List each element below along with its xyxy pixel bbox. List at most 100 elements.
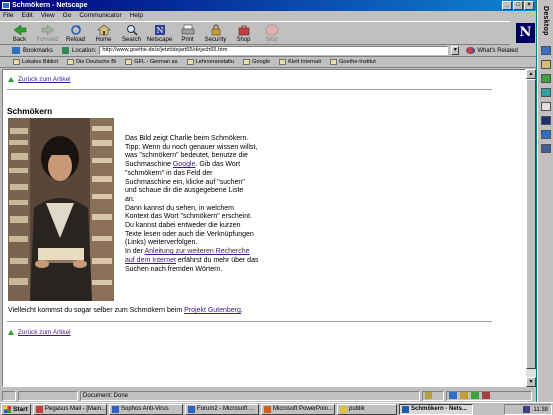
connection-indicator bbox=[2, 390, 16, 401]
menu-bar: File Edit View Go Communicator Help bbox=[0, 11, 536, 21]
text-line: Suchmaschine Google. Gib das Wort bbox=[125, 161, 241, 169]
title-bar[interactable]: Schmökern - Netscape _ □ × bbox=[0, 0, 536, 11]
taskbar-item[interactable]: Microsoft PowerPoin... bbox=[261, 403, 335, 415]
personal-bookmark[interactable]: Lokales Bibliot bbox=[13, 59, 58, 65]
netscape-throbber-logo[interactable]: N bbox=[516, 23, 535, 43]
status-text: Document: Done bbox=[80, 390, 420, 401]
quicklaunch-icon[interactable] bbox=[541, 102, 551, 111]
location-label: Location: bbox=[72, 47, 97, 54]
scroll-down-button[interactable]: ▼ bbox=[526, 377, 536, 387]
whats-related-button[interactable]: What's Related bbox=[466, 47, 518, 54]
bookmark-icon bbox=[12, 47, 20, 54]
taskbar-item[interactable]: Pegasus Mail - [Main... bbox=[33, 403, 107, 415]
quick-launch-sidebar: Desktop bbox=[537, 0, 553, 402]
gutenberg-link[interactable]: Projekt Gutenberg bbox=[184, 307, 241, 314]
scroll-up-button[interactable]: ▲ bbox=[526, 69, 536, 79]
shop-button[interactable]: Shop bbox=[230, 22, 257, 46]
folder-icon bbox=[340, 405, 347, 413]
sophos-icon bbox=[112, 405, 119, 413]
maximize-button[interactable]: □ bbox=[513, 1, 523, 10]
text-line: an. bbox=[125, 195, 135, 203]
taskbar-item[interactable]: Sophos Anti-Virus bbox=[109, 403, 183, 415]
text-line: Kontext das Wort "schmökern" erscheint. bbox=[125, 213, 253, 221]
close-button[interactable]: × bbox=[524, 1, 534, 10]
vertical-scrollbar[interactable]: ▲ ▼ bbox=[526, 69, 536, 387]
padlock-icon bbox=[425, 392, 432, 399]
back-to-article-link[interactable]: Zurück zum Artikel bbox=[18, 76, 71, 83]
bookmark-page-icon bbox=[125, 59, 133, 65]
bookmarks-button[interactable]: Bookmarks bbox=[23, 48, 53, 54]
text-line: Dann kannst du sehen, in welchem bbox=[125, 204, 234, 212]
menu-help[interactable]: Help bbox=[130, 11, 143, 21]
menu-edit[interactable]: Edit bbox=[21, 11, 32, 21]
menu-communicator[interactable]: Communicator bbox=[79, 11, 121, 21]
forward-button[interactable]: Forward bbox=[34, 22, 61, 46]
taskbar-item[interactable]: Forum2 - Microsoft ... bbox=[185, 403, 259, 415]
quicklaunch-icon[interactable] bbox=[541, 46, 551, 55]
back-to-article-link[interactable]: Zurück zum Artikel bbox=[18, 329, 71, 336]
window-controls: _ □ × bbox=[502, 1, 534, 10]
personal-bookmark[interactable]: Klett Internati bbox=[279, 59, 321, 65]
print-button[interactable]: Print bbox=[174, 22, 201, 46]
photo-reading-woman bbox=[8, 118, 114, 301]
tray-icon[interactable] bbox=[523, 406, 531, 413]
forward-arrow-icon bbox=[41, 24, 54, 36]
personal-bookmark[interactable]: Lehrveranstaltu bbox=[186, 59, 234, 65]
triangle-up-icon bbox=[8, 330, 14, 335]
search-icon bbox=[126, 25, 138, 36]
personal-bookmark[interactable]: Goethe-Institut bbox=[330, 59, 376, 65]
minimize-button[interactable]: _ bbox=[502, 1, 512, 10]
search-button[interactable]: Search bbox=[118, 22, 145, 46]
bookmark-page-icon bbox=[279, 59, 287, 65]
security-button[interactable]: Security bbox=[202, 22, 229, 46]
personal-bookmark[interactable]: Die Deutsche Bi bbox=[67, 59, 116, 65]
start-button[interactable]: Start bbox=[1, 403, 31, 415]
mail-icon[interactable] bbox=[460, 392, 468, 399]
navigator-icon[interactable] bbox=[449, 392, 457, 399]
component-bar bbox=[446, 390, 532, 401]
padlock-icon bbox=[211, 24, 220, 36]
powerpoint-icon bbox=[264, 405, 271, 413]
triangle-up-icon bbox=[8, 77, 14, 82]
system-tray: 11:38 bbox=[504, 404, 552, 415]
url-field[interactable]: http://www.goethe.de/z/jetzt/dejart65/de… bbox=[99, 46, 449, 55]
menu-file[interactable]: File bbox=[3, 11, 13, 21]
text-line: (Links) weiterverfolgen. bbox=[125, 239, 198, 247]
personal-bookmark[interactable]: Google bbox=[243, 59, 270, 65]
desktop-label: Desktop bbox=[542, 6, 549, 36]
text-line: und schaue dir die ausgegebene Liste bbox=[125, 187, 244, 195]
bookmark-page-icon bbox=[243, 59, 251, 65]
back-button[interactable]: Back bbox=[6, 22, 33, 46]
menu-view[interactable]: View bbox=[41, 11, 55, 21]
taskbar-item-active[interactable]: Schmökern - Nets... bbox=[399, 403, 473, 415]
google-link[interactable]: Google bbox=[173, 161, 196, 168]
taskbar: Start Pegasus Mail - [Main... Sophos Ant… bbox=[0, 402, 553, 415]
quicklaunch-icon[interactable] bbox=[541, 116, 551, 125]
reload-button[interactable]: Reload bbox=[62, 22, 89, 46]
text-line: Tipp: Wenn du noch genauer wissen willst… bbox=[125, 143, 258, 151]
photo-illustration bbox=[8, 118, 114, 301]
scroll-thumb[interactable] bbox=[526, 79, 536, 369]
composer-icon[interactable] bbox=[471, 392, 479, 399]
clock[interactable]: 11:38 bbox=[533, 407, 548, 413]
security-indicator[interactable] bbox=[422, 390, 444, 401]
bookmark-page-icon bbox=[186, 59, 194, 65]
research-guide-link[interactable]: Anleitung zur weiteren Recherche bbox=[144, 248, 249, 255]
research-guide-link-continued[interactable]: auf dem Internet bbox=[125, 257, 176, 264]
personal-bookmark[interactable]: GFL - German as bbox=[125, 59, 178, 65]
quicklaunch-icon[interactable] bbox=[541, 74, 551, 83]
stop-button[interactable]: Stop bbox=[258, 22, 285, 46]
netscape-button[interactable]: N Netscape bbox=[146, 22, 173, 46]
browser-window: Schmökern - Netscape _ □ × File Edit Vie… bbox=[0, 0, 536, 402]
menu-go[interactable]: Go bbox=[63, 11, 72, 21]
quicklaunch-icon[interactable] bbox=[541, 130, 551, 139]
quicklaunch-icon[interactable] bbox=[541, 60, 551, 69]
page-proxy-icon[interactable] bbox=[62, 47, 70, 54]
taskbar-item[interactable]: publik bbox=[337, 403, 397, 415]
window-title: Schmökern - Netscape bbox=[12, 2, 88, 9]
home-button[interactable]: Home bbox=[90, 22, 117, 46]
url-dropdown-button[interactable]: ▼ bbox=[451, 46, 460, 55]
quicklaunch-icon[interactable] bbox=[541, 144, 551, 153]
newsgroups-icon[interactable] bbox=[482, 392, 490, 399]
quicklaunch-icon[interactable] bbox=[541, 88, 551, 97]
